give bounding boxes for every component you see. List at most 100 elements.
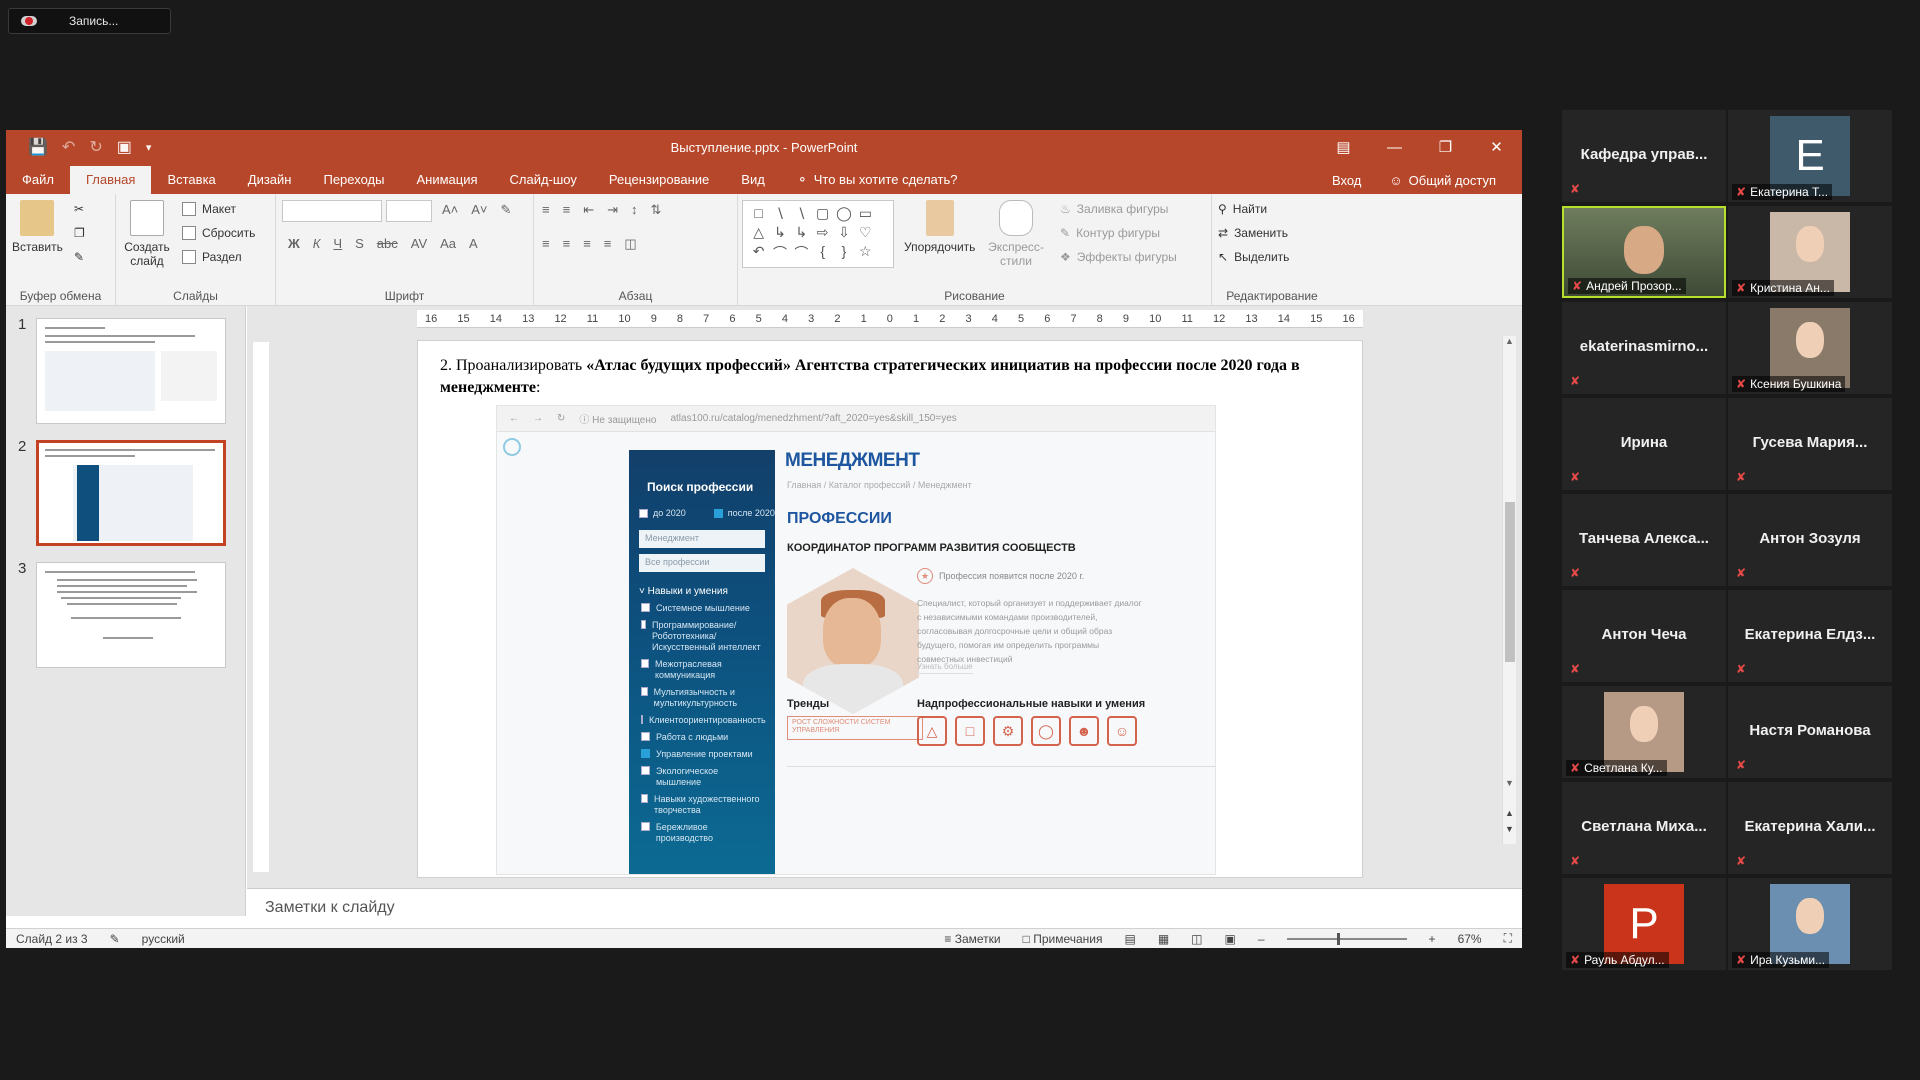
align-right-icon[interactable]: ≡ [583,236,591,252]
copy-icon[interactable]: ❐ [74,226,85,240]
participant-tile[interactable]: ✘ Ксения Бушкина [1728,302,1892,394]
decrease-indent-icon[interactable]: ⇤ [583,202,594,218]
new-slide-button[interactable]: Создать слайд [124,200,170,268]
share-button[interactable]: ☺ Общий доступ [1381,171,1504,190]
prev-slide-icon[interactable]: ▲ [1503,808,1516,818]
italic-icon[interactable]: К [313,236,321,251]
tab-review[interactable]: Рецензирование [593,166,725,194]
slide-canvas[interactable]: 2. Проанализировать «Атлас будущих профе… [417,340,1363,878]
fit-slide-icon[interactable]: ⛶ [1504,931,1512,946]
next-slide-icon[interactable]: ▼ [1503,824,1516,834]
paste-button[interactable]: Вставить [12,200,63,254]
bullets-icon[interactable]: ≡ [542,202,550,218]
slideshow-view-icon[interactable]: ▣ [1225,932,1236,946]
participant-tile[interactable]: P ✘ Рауль Абдул... [1562,878,1726,970]
tab-view[interactable]: Вид [725,166,781,194]
shape-fill-button[interactable]: ♨ Заливка фигуры [1060,202,1168,216]
participant-tile[interactable]: Ирина ✘ [1562,398,1726,490]
shrink-font-icon[interactable]: A˅ [471,202,487,218]
participant-tile[interactable]: ✘ Светлана Ку... [1562,686,1726,778]
clear-format-icon[interactable]: ✎ [501,202,512,218]
slide-thumbnail-2[interactable] [36,440,226,546]
minimize-button[interactable]: — [1369,130,1420,164]
columns-icon[interactable]: ◫ [624,236,636,252]
underline-icon[interactable]: Ч [333,236,342,251]
zoom-out-icon[interactable]: – [1258,932,1265,946]
font-size-combo[interactable] [386,200,432,222]
participant-tile[interactable]: ✘ Ира Кузьми... [1728,878,1892,970]
numbering-icon[interactable]: ≡ [563,202,571,218]
zoom-in-icon[interactable]: + [1429,932,1436,946]
section-button[interactable]: Раздел [182,250,242,264]
select-button[interactable]: ↖ Выделить [1218,250,1289,264]
participant-tile[interactable]: Танчева Алекса... ✘ [1562,494,1726,586]
bold-icon[interactable]: Ж [288,236,300,251]
tab-design[interactable]: Дизайн [232,166,308,194]
slide-thumbnail-1[interactable] [36,318,226,424]
cut-icon[interactable]: ✂ [74,202,84,216]
participant-tile[interactable]: ✘ Кристина Ан... [1728,206,1892,298]
slide-body-text[interactable]: 2. Проанализировать «Атлас будущих профе… [440,355,1320,399]
increase-indent-icon[interactable]: ⇥ [607,202,618,218]
grow-font-icon[interactable]: A˄ [442,202,458,218]
language-indicator[interactable]: русский [142,932,185,946]
tab-slideshow[interactable]: Слайд-шоу [494,166,593,194]
slide-thumbnail-3[interactable] [36,562,226,668]
shape-effects-button[interactable]: ❖ Эффекты фигуры [1060,250,1177,264]
spellcheck-icon[interactable]: ✎ [110,932,120,946]
scrollbar-thumb[interactable] [1505,502,1515,662]
spacing-icon[interactable]: AV [411,236,427,251]
tab-transitions[interactable]: Переходы [307,166,400,194]
participant-tile[interactable]: Гусева Мария... ✘ [1728,398,1892,490]
find-button[interactable]: ⚲ Найти [1218,202,1267,216]
participant-tile[interactable]: Антон Зозуля ✘ [1728,494,1892,586]
tab-home[interactable]: Главная [69,166,152,194]
align-left-icon[interactable]: ≡ [542,236,550,252]
text-direction-icon[interactable]: ⇅ [651,202,662,218]
participant-tile[interactable]: Кафедра управ... ✘ [1562,110,1726,202]
comments-button[interactable]: □ Примечания [1023,932,1103,946]
ribbon-display-icon[interactable]: ▤ [1318,130,1369,164]
shape-outline-button[interactable]: ✎ Контур фигуры [1060,226,1160,240]
tell-me-box[interactable]: ⚬ Что вы хотите сделать? [781,166,958,194]
reading-view-icon[interactable]: ◫ [1191,932,1202,946]
layout-button[interactable]: Макет [182,202,236,216]
atlas-screenshot-image[interactable]: ← → ↻ ⓘ Не защищено atlas100.ru/catalog/… [496,405,1216,875]
line-spacing-icon[interactable]: ↕ [631,202,638,218]
participant-tile[interactable]: Екатерина Елдз... ✘ [1728,590,1892,682]
participant-tile[interactable]: ✘ Андрей Прозор... [1562,206,1726,298]
strike-icon[interactable]: abc [377,236,398,251]
notes-button[interactable]: ≡ Заметки [944,932,1000,946]
participant-tile[interactable]: E ✘ Екатерина Т... [1728,110,1892,202]
slide-sorter-icon[interactable]: ▦ [1158,932,1169,946]
tab-file[interactable]: Файл [6,166,70,194]
align-center-icon[interactable]: ≡ [563,236,571,252]
format-painter-icon[interactable]: ✎ [74,250,84,264]
case-icon[interactable]: Aa [440,236,456,251]
font-color-icon[interactable]: A [469,236,478,251]
normal-view-icon[interactable]: ▤ [1124,932,1135,946]
participant-tile[interactable]: Настя Романова ✘ [1728,686,1892,778]
close-button[interactable]: ✕ [1471,130,1522,164]
tab-animations[interactable]: Анимация [400,166,493,194]
signin-link[interactable]: Вход [1332,173,1361,188]
restore-button[interactable]: ❐ [1420,130,1471,164]
shadow-icon[interactable]: S [355,236,364,251]
replace-button[interactable]: ⇄ Заменить [1218,226,1288,240]
quick-styles-button[interactable]: Экспресс-стили [986,200,1046,268]
tab-insert[interactable]: Вставка [151,166,231,194]
vertical-scrollbar[interactable]: ▲ ▼ ▲ ▼ [1502,336,1516,844]
reset-button[interactable]: Сбросить [182,226,255,240]
participant-tile[interactable]: Антон Чеча ✘ [1562,590,1726,682]
notes-pane[interactable]: Заметки к слайду [247,888,1522,928]
zoom-level[interactable]: 67% [1458,932,1482,946]
participant-tile[interactable]: Светлана Миха... ✘ [1562,782,1726,874]
shapes-gallery[interactable]: □ ∖ ∖ ▢ ◯ ▭ △ ↳ ↳ ⇨ ⇩ ♡ ↶ ⌒ ⌒{} ☆ [742,200,894,268]
recording-indicator[interactable]: Запись... [8,8,171,34]
justify-icon[interactable]: ≡ [604,236,612,252]
participant-tile[interactable]: Екатерина Хали... ✘ [1728,782,1892,874]
participant-tile[interactable]: ekaterinasmirno... ✘ [1562,302,1726,394]
font-name-combo[interactable] [282,200,382,222]
zoom-slider[interactable] [1286,932,1407,945]
arrange-button[interactable]: Упорядочить [904,200,975,254]
